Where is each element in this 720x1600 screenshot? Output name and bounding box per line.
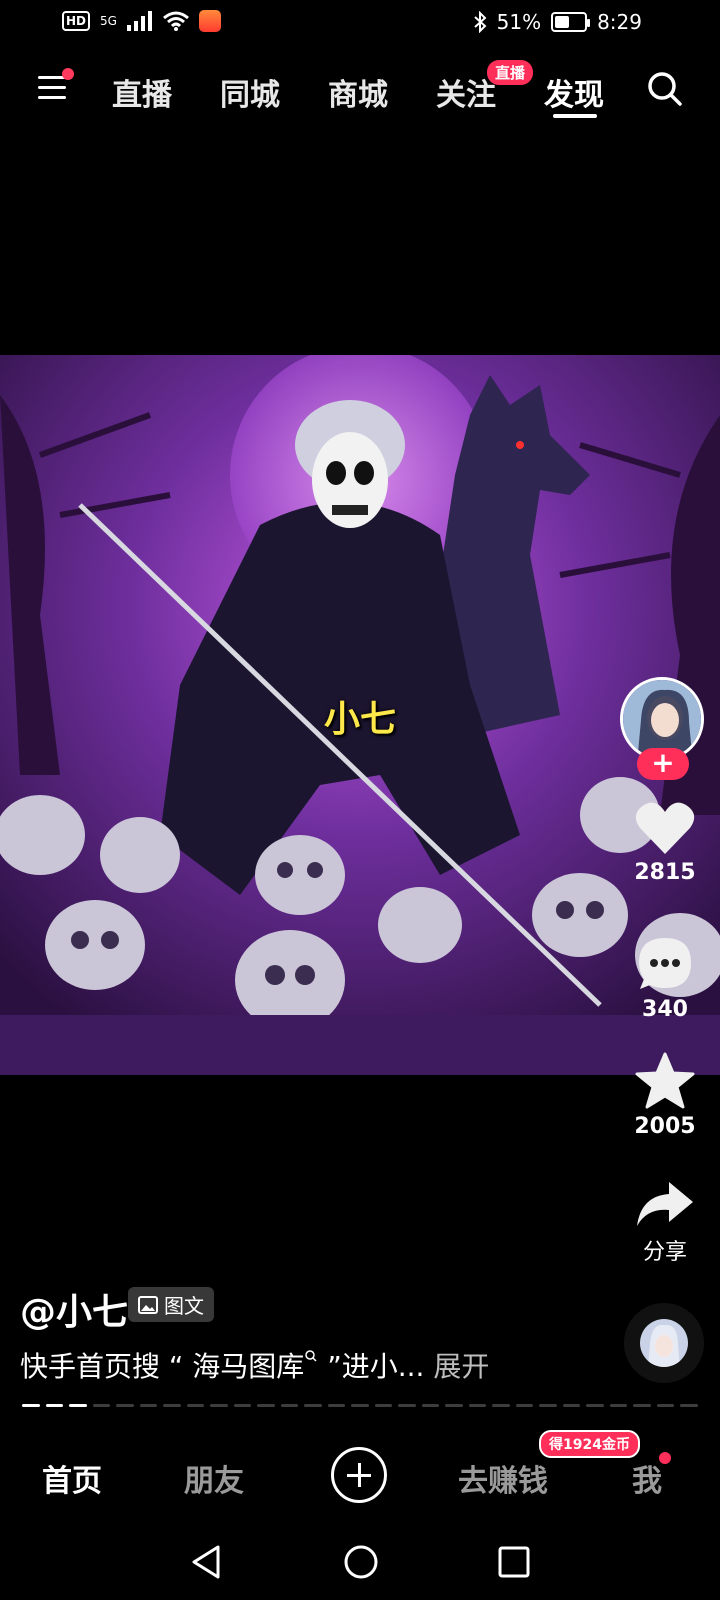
search-small-icon <box>305 1350 317 1362</box>
description-tail: ”进小... <box>318 1350 425 1383</box>
post-type-badge: 图文 <box>128 1287 214 1322</box>
active-tab-indicator <box>553 114 597 118</box>
page-dot <box>163 1404 181 1407</box>
page-dot <box>139 1404 158 1407</box>
status-right: 51% 8:29 <box>473 10 642 34</box>
top-nav: 直播 同城 商城 关注 直播 发现 <box>0 60 720 120</box>
page-dot <box>539 1404 557 1407</box>
notification-dot <box>62 68 74 80</box>
page-dot <box>445 1404 463 1407</box>
menu-icon-bar <box>38 96 66 99</box>
create-post-button[interactable] <box>331 1447 387 1503</box>
page-dot <box>633 1404 651 1407</box>
music-disc[interactable] <box>624 1303 704 1383</box>
follow-button[interactable]: + <box>637 748 689 780</box>
bottom-nav: 首页 朋友 去赚钱 得1924金币 我 <box>0 1430 720 1520</box>
page-dot <box>609 1404 628 1407</box>
page-dot <box>186 1404 205 1407</box>
favorite-action: 2005 <box>620 1052 710 1139</box>
page-dot <box>398 1404 416 1407</box>
comment-count: 340 <box>642 997 688 1022</box>
menu-icon-bar <box>38 86 66 89</box>
page-dot <box>304 1404 322 1407</box>
coin-badge: 得1924金币 <box>539 1430 640 1458</box>
share-icon[interactable] <box>635 1178 695 1230</box>
battery-percent: 51% <box>496 10 542 34</box>
page-dot <box>351 1404 369 1407</box>
star-icon[interactable] <box>635 1052 695 1110</box>
comment-icon[interactable] <box>636 935 694 993</box>
battery-icon <box>551 12 591 32</box>
page-dot <box>210 1404 228 1407</box>
page-dot <box>45 1404 64 1407</box>
nav-friends[interactable]: 朋友 <box>184 1456 244 1500</box>
bluetooth-icon <box>473 11 487 33</box>
post-type-label: 图文 <box>164 1294 204 1318</box>
expand-button[interactable]: 展开 <box>433 1350 489 1383</box>
back-icon[interactable] <box>190 1544 224 1580</box>
music-cover-image <box>640 1319 688 1367</box>
tab-discover[interactable]: 发现 <box>544 70 604 114</box>
music-cover <box>640 1319 688 1367</box>
page-dot <box>327 1404 346 1407</box>
system-nav-bar <box>0 1520 720 1600</box>
page-dot <box>280 1404 299 1407</box>
hd-icon: HD <box>62 11 91 31</box>
favorite-count: 2005 <box>634 1114 696 1139</box>
menu-button[interactable] <box>34 68 74 102</box>
like-count: 2815 <box>634 860 696 885</box>
tab-same-city[interactable]: 同城 <box>220 70 280 114</box>
nav-earn[interactable]: 去赚钱 <box>458 1456 548 1500</box>
description-text: 快手首页搜 “ 海马图库 <box>20 1350 305 1383</box>
wifi-icon <box>162 11 189 31</box>
page-dot <box>656 1404 675 1407</box>
signal-icon <box>126 11 152 31</box>
search-icon[interactable] <box>646 70 684 108</box>
page-dot <box>92 1404 111 1407</box>
page-dot <box>116 1404 134 1407</box>
page-dot <box>374 1404 393 1407</box>
post-description: 快手首页搜 “ 海马图库 ”进小... 展开 <box>20 1345 489 1385</box>
like-action: 2815 <box>620 800 710 885</box>
home-icon[interactable] <box>343 1544 379 1580</box>
image-page-indicator <box>22 1404 698 1408</box>
share-action: 分享 <box>620 1178 710 1266</box>
app-notification-icon <box>198 10 221 32</box>
author-name[interactable]: @小七 <box>20 1283 128 1335</box>
comment-action: 340 <box>620 935 710 1022</box>
live-badge: 直播 <box>487 60 534 85</box>
page-dot <box>468 1404 487 1407</box>
heart-icon[interactable] <box>634 800 696 856</box>
page-dot <box>69 1404 87 1407</box>
tab-mall[interactable]: 商城 <box>328 70 388 114</box>
battery-fill <box>555 16 570 28</box>
page-dot <box>22 1404 40 1407</box>
recents-icon[interactable] <box>497 1545 531 1579</box>
page-dot <box>421 1404 440 1407</box>
status-left: HD 5G <box>62 10 221 32</box>
me-notification-dot <box>659 1452 671 1464</box>
nav-me[interactable]: 我 <box>632 1456 662 1500</box>
tab-live[interactable]: 直播 <box>112 70 172 114</box>
clock: 8:29 <box>597 10 642 34</box>
status-bar: HD 5G 51% 8:29 <box>0 0 720 48</box>
page-dot <box>233 1404 252 1407</box>
page-dot <box>562 1404 581 1407</box>
page-dot <box>492 1404 510 1407</box>
nav-home[interactable]: 首页 <box>42 1456 102 1500</box>
page-dot <box>680 1404 698 1407</box>
image-icon <box>138 1295 158 1314</box>
image-caption: 小七 <box>323 699 396 740</box>
page-dot <box>515 1404 534 1407</box>
network-type: 5G <box>100 14 117 28</box>
share-label: 分享 <box>642 1240 687 1265</box>
page-dot <box>586 1404 604 1407</box>
page-dot <box>257 1404 275 1407</box>
